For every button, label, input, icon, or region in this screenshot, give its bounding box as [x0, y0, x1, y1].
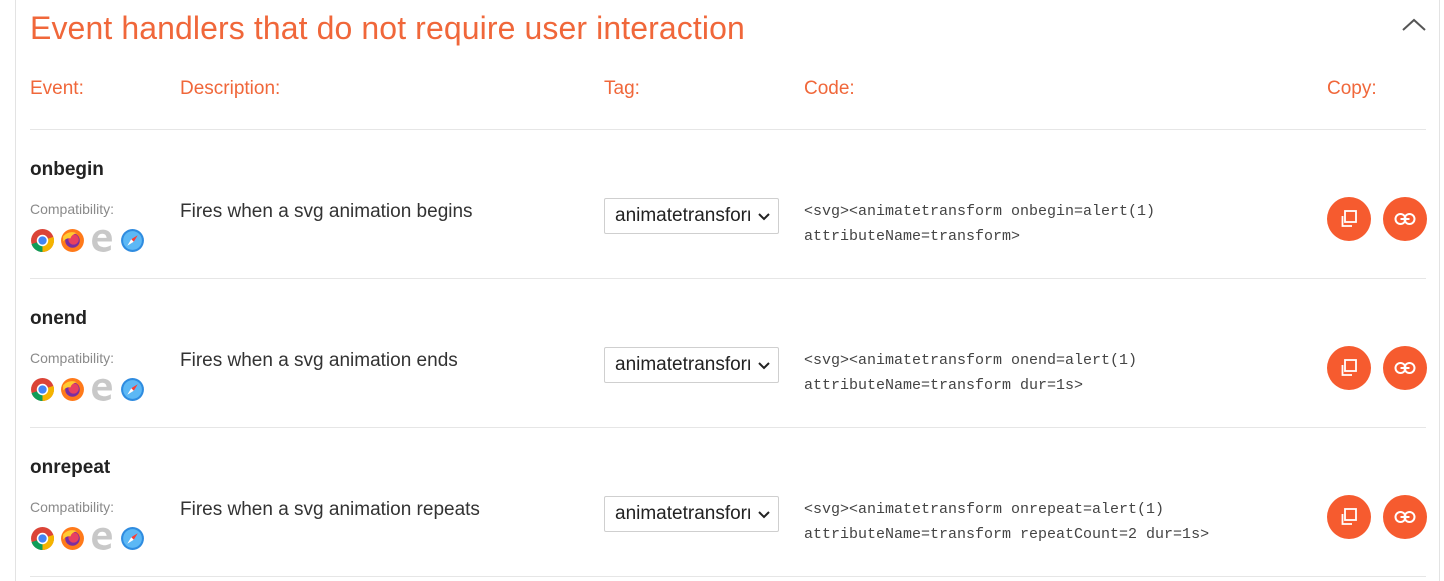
code-line: attributeName=transform>: [804, 228, 1021, 245]
chevron-down-icon: [758, 213, 770, 221]
code-snippet: <svg><animatetransform onbegin=alert(1) a…: [804, 199, 1155, 249]
copy-icon: [1341, 210, 1357, 227]
chrome-icon: [31, 378, 55, 401]
browser-compatibility: [30, 377, 145, 403]
event-description: Fires when a svg animation ends: [180, 350, 458, 371]
browser-compatibility: [30, 228, 145, 254]
chrome-icon: [31, 229, 55, 252]
table-row: onend Compatibility: Fires when a svg an…: [16, 278, 1439, 427]
tag-select[interactable]: animatetransform: [604, 347, 779, 383]
table-row: onrepeat Compatibility: Fires when a svg…: [16, 427, 1439, 576]
column-header-event: Event:: [30, 78, 84, 99]
edge-icon: [92, 229, 112, 252]
firefox-icon: [61, 378, 84, 401]
event-name: onbegin: [30, 159, 104, 180]
event-name: onrepeat: [30, 457, 111, 478]
compatibility-label: Compatibility:: [30, 350, 115, 366]
divider: [30, 576, 1426, 577]
tag-select-value: animatetransform: [615, 205, 750, 226]
code-line: <svg><animatetransform onend=alert(1): [804, 352, 1138, 369]
column-header-copy: Copy:: [1327, 78, 1377, 99]
code-snippet: <svg><animatetransform onrepeat=alert(1)…: [804, 497, 1209, 547]
link-button[interactable]: [1383, 346, 1427, 390]
browser-compatibility: [30, 526, 145, 552]
link-icon: [1394, 511, 1416, 523]
compatibility-label: Compatibility:: [30, 499, 115, 515]
event-name: onend: [30, 308, 87, 329]
section-title: Event handlers that do not require user …: [30, 10, 745, 46]
tag-select[interactable]: animatetransform: [604, 198, 779, 234]
edge-icon: [92, 527, 112, 550]
event-handlers-panel: Event handlers that do not require user …: [15, 0, 1440, 581]
table-row: onbegin Compatibility: Fires when a svg …: [16, 129, 1439, 278]
chevron-up-icon: [1402, 18, 1426, 31]
column-header-description: Description:: [180, 78, 281, 99]
chevron-down-icon: [758, 511, 770, 519]
code-line: <svg><animatetransform onbegin=alert(1): [804, 203, 1156, 220]
code-snippet: <svg><animatetransform onend=alert(1) att…: [804, 348, 1137, 398]
collapse-button[interactable]: [1399, 12, 1429, 38]
compatibility-label: Compatibility:: [30, 201, 115, 217]
chevron-down-icon: [758, 362, 770, 370]
tag-select-value: animatetransform: [615, 354, 750, 375]
event-description: Fires when a svg animation repeats: [180, 499, 480, 520]
column-header-code: Code:: [804, 78, 855, 99]
link-button[interactable]: [1383, 495, 1427, 539]
code-line: <svg><animatetransform onrepeat=alert(1): [804, 501, 1165, 518]
tag-select-value: animatetransform: [615, 503, 750, 524]
link-icon: [1394, 213, 1416, 225]
firefox-icon: [61, 229, 84, 252]
code-line: attributeName=transform dur=1s>: [804, 377, 1084, 394]
link-button[interactable]: [1383, 197, 1427, 241]
copy-button[interactable]: [1327, 197, 1371, 241]
column-header-tag: Tag:: [604, 78, 640, 99]
copy-button[interactable]: [1327, 495, 1371, 539]
column-headers: Event: Description: Tag: Code: Copy:: [16, 78, 1439, 102]
code-line: attributeName=transform repeatCount=2 du…: [804, 526, 1210, 543]
safari-icon: [121, 527, 144, 550]
copy-icon: [1341, 508, 1357, 525]
safari-icon: [121, 378, 144, 401]
tag-select[interactable]: animatetransform: [604, 496, 779, 532]
chrome-icon: [31, 527, 55, 550]
edge-icon: [92, 378, 112, 401]
firefox-icon: [61, 527, 84, 550]
event-description: Fires when a svg animation begins: [180, 201, 473, 222]
safari-icon: [121, 229, 144, 252]
link-icon: [1394, 362, 1416, 374]
copy-button[interactable]: [1327, 346, 1371, 390]
copy-icon: [1341, 359, 1357, 376]
